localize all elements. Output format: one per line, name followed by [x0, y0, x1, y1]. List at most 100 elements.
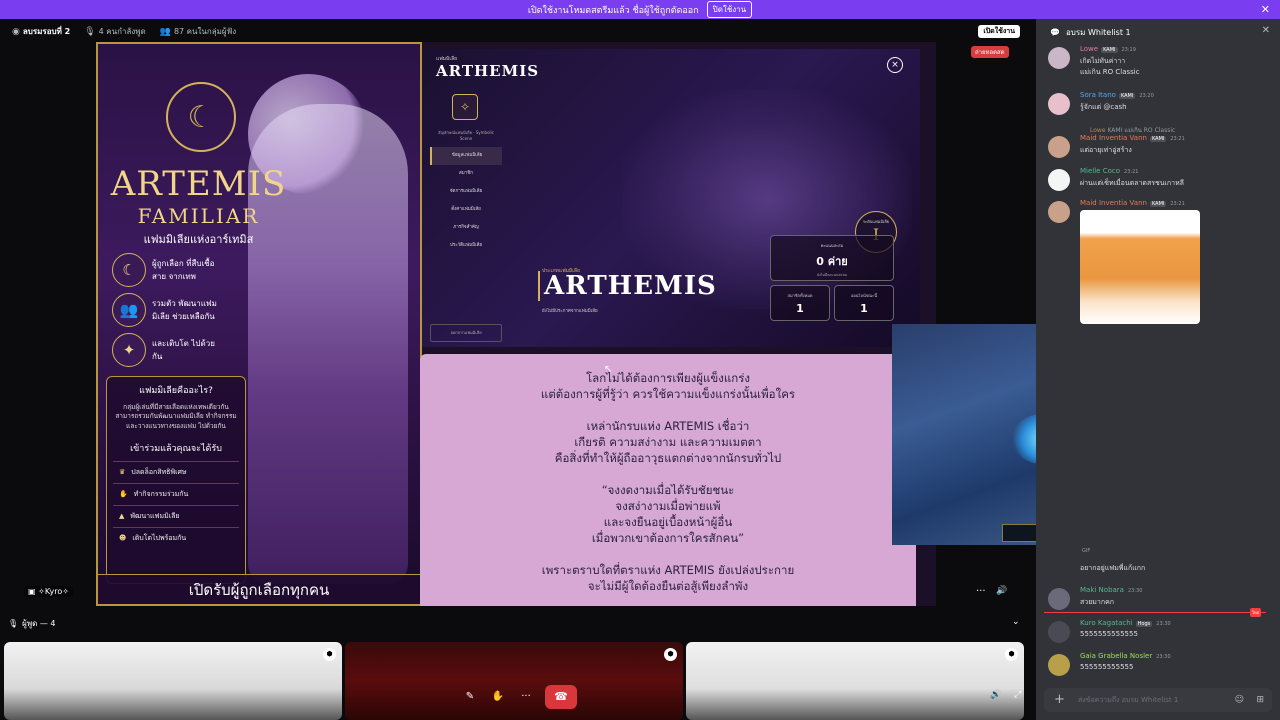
handshake-icon: ✋: [119, 490, 128, 499]
shield-icon: ⬢: [1005, 648, 1018, 661]
participant-tile[interactable]: ⬢: [4, 642, 342, 720]
nav-item[interactable]: สมาชิก: [430, 165, 502, 183]
artemis-poster: ☾ ARTEMIS FAMILIAR แฟมมิเลียแห่งอาร์เทมิ…: [96, 42, 422, 606]
members-card: สมาชิกทั้งหมด 1: [770, 285, 830, 321]
avatar[interactable]: [1048, 169, 1070, 191]
nav-item[interactable]: ภารกิจสำคัญ: [430, 219, 502, 237]
what-title: แฟมมิเลียคืออะไร?: [139, 386, 213, 396]
speakers-header: 🎙 ผู้พูด — 4: [8, 619, 56, 628]
streamer-mode-banner: เปิดใช้งานโหมดสตรีมแล้ว ชื่อผู้ใช้ถูกตัด…: [0, 0, 1280, 19]
star-icon: ✦: [112, 333, 146, 367]
speaking-count: 🎙 4 คนกำลังพูด: [84, 26, 146, 37]
add-attachment-icon[interactable]: +: [1054, 688, 1065, 712]
raise-hand-icon[interactable]: ✋: [489, 688, 507, 706]
points-card: คะแนนสะสม 0 ค่าย ยังไม่มีคะแนนสะสม: [770, 235, 894, 281]
stream-user-label: ▣ ✧Kyro✧: [24, 586, 73, 597]
poster-title: ARTEMIS: [110, 164, 287, 204]
new-messages-divider: [1044, 612, 1266, 613]
join-title: เข้าร่วมแล้วคุณจะได้รับ: [130, 444, 222, 455]
moon-icon: ☾: [112, 253, 146, 287]
poster-subtitle-en: FAMILIAR: [137, 204, 260, 228]
audience-count: 👥 87 คนในกลุ่มผู้ฟัง: [159, 26, 237, 37]
shield-icon: ⬢: [664, 648, 677, 661]
live-button[interactable]: เปิดใช้งาน: [978, 25, 1020, 38]
disconnect-button[interactable]: ☎: [545, 685, 577, 709]
avatar[interactable]: [1048, 47, 1070, 69]
chat-bubble-icon: 💬: [1050, 27, 1060, 37]
live-badge: ถ่ายทอดสด: [971, 46, 1009, 58]
stage-topbar: ◉ ลบรมรอบที่ 2 🎙 4 คนกำลังพูด 👥 87 คนในกลุ่…: [0, 19, 1036, 43]
apps-icon[interactable]: ⊞: [1256, 688, 1264, 712]
close-icon[interactable]: ×: [887, 57, 903, 73]
nav-item[interactable]: ประวัติแฟมมิเลีย: [430, 237, 502, 255]
disable-streamer-button[interactable]: ปิดใช้งาน: [706, 1, 753, 18]
emoji-icon[interactable]: ☺: [1235, 688, 1244, 712]
close-icon[interactable]: ✕: [1261, 3, 1270, 16]
avatar[interactable]: [1048, 621, 1070, 643]
avatar[interactable]: [1048, 588, 1070, 610]
familia-name: ARTHEMIS: [538, 271, 717, 301]
join-item: ▲ พัฒนาแฟมมิเลีย: [113, 505, 239, 527]
chat-header: 💬 อบรม Whitelist 1 ✕: [1036, 19, 1280, 45]
gif-label: GIF: [1082, 548, 1091, 554]
growth-icon: ▲: [119, 512, 125, 521]
join-item: ☻ เติบโตไปพร้อมกัน: [113, 527, 239, 549]
avatar[interactable]: [1048, 201, 1070, 223]
nav-item[interactable]: ข้อมูลแฟมมิเลีย: [430, 147, 502, 165]
shield-icon: ⬢: [323, 648, 336, 661]
chat-input-placeholder: ส่งข้อความถึง อบรม Whitelist 1: [1078, 696, 1179, 704]
join-item: ✋ ทำกิจกรรมร่วมกัน: [113, 483, 239, 505]
story-paragraph: โลกไม่ได้ต้องการเพียงผู้แข็งแกร่ง แต่ต้อง…: [540, 371, 796, 401]
familia-nav: ข้อมูลแฟมมิเลีย สมาชิก จัดการแฟมมิเลีย ต…: [430, 147, 502, 255]
people-icon: ☻: [119, 534, 127, 543]
mic-icon: 🎙: [84, 26, 96, 37]
feature-1: ☾ ผู้ถูกเลือก ที่สืบเชื้อสาย จากเทพ: [112, 252, 222, 288]
crest-caption: สัญลักษณ์แฟมมิเลีย · Symbolic Scene: [438, 130, 494, 141]
stage-title: ◉ ลบรมรอบที่ 2: [12, 26, 71, 37]
story-panel: โลกไม่ได้ต้องการเพียงผู้แข็งแกร่ง แต่ต้อง…: [420, 354, 916, 606]
mouse-cursor-icon: ↖: [604, 364, 613, 375]
fullscreen-icon[interactable]: ⤢: [1014, 690, 1021, 700]
banner-text: เปิดใช้งานโหมดสตรีมแล้ว ชื่อผู้ใช้ถูกตัด…: [527, 5, 699, 16]
what-text: กลุ่มผู้เล่นที่มีสายเลือดแห่งเทพเดียวกัน…: [115, 403, 237, 430]
volume-icon[interactable]: 🔊: [990, 690, 1001, 700]
chat-image-attachment[interactable]: [1080, 210, 1200, 324]
volume-icon[interactable]: 🔊: [996, 586, 1007, 596]
chevron-down-icon[interactable]: ⌄: [1012, 617, 1020, 627]
people-icon: 👥: [159, 26, 171, 37]
story-paragraph: เหล่านักรบแห่ง ARTEMIS เชื่อว่า เกียรติ ค…: [554, 419, 782, 465]
participant-tile[interactable]: ⬢: [686, 642, 1024, 720]
stage-area: ◉ ลบรมรอบที่ 2 🎙 4 คนกำลังพูด 👥 87 คนในกลุ่…: [0, 19, 1280, 720]
story-paragraph: “จงงดงามเมื่อได้รับชัยชนะ จงสง่างามเมื่อพ…: [591, 483, 745, 545]
mic-muted-icon[interactable]: ✎: [461, 688, 479, 706]
chat-title: อบรม Whitelist 1: [1065, 27, 1131, 37]
what-is-familiar-box: แฟมมิเลียคืออะไร? กลุ่มผู้เล่นที่มีสายเล…: [106, 376, 246, 584]
game-brand: ARTHEMIS: [436, 62, 540, 80]
join-item: ♛ ปลดล็อกสิทธิพิเศษ: [113, 461, 239, 483]
avatar[interactable]: [1048, 654, 1070, 676]
poster-footer: เปิดรับผู้ถูกเลือกทุกคน: [98, 574, 420, 604]
leave-familia-button[interactable]: ออกจากแฟมมิเลีย: [430, 324, 502, 342]
avatar[interactable]: [1048, 136, 1070, 158]
crescent-emblem-icon: ☾: [166, 82, 236, 152]
online-card: ออนไลน์ขณะนี้ 1: [834, 285, 894, 321]
more-icon[interactable]: ···: [517, 688, 535, 706]
familia-note: ยังไม่มีประกาศจากแฟมมิเลีย: [542, 309, 598, 314]
close-icon[interactable]: ✕: [1262, 25, 1270, 36]
call-controls: ✎ ✋ ··· ☎: [461, 685, 577, 709]
poster-subtitle-th: แฟมมิเลียแห่งอาร์เทมิส: [143, 233, 254, 246]
group-icon: 👥: [112, 293, 146, 327]
new-badge: ใหม่: [1250, 608, 1262, 617]
feature-2: 👥 รวมตัว พัฒนาแฟมมิเลีย ช่วยเหลือกัน: [112, 292, 222, 328]
nav-item[interactable]: จัดการแฟมมิเลีย: [430, 183, 502, 201]
nav-item[interactable]: ตั้งค่าแฟมมิเลีย: [430, 201, 502, 219]
crown-icon: ♛: [119, 468, 126, 477]
chat-input[interactable]: + ส่งข้อความถึง อบรม Whitelist 1 ☺ ⊞: [1044, 688, 1272, 712]
more-options-icon[interactable]: ···: [976, 586, 986, 597]
avatar[interactable]: [1048, 93, 1070, 115]
feature-3: ✦ และเติบโต ไปด้วยกัน: [112, 332, 222, 368]
story-paragraph: เพราะตราบใดที่ตราแห่ง ARTEMIS ยังเปล่งปร…: [541, 563, 795, 593]
game-familia-window: แฟมมิเลีย ARTHEMIS × ✧ สัญลักษณ์แฟมมิเลี…: [422, 49, 920, 347]
mic-icon: 🎙: [8, 619, 19, 628]
screen-share[interactable]: ☾ ARTEMIS FAMILIAR แฟมมิเลียแห่งอาร์เทมิ…: [96, 42, 936, 606]
